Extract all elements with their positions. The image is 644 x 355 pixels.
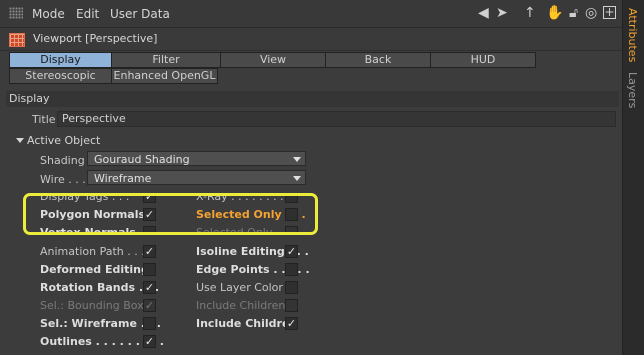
tab-view[interactable]: View [220,52,326,68]
active-object-header[interactable]: Active Object [16,134,100,147]
tab-row-2: Stereoscopic Enhanced OpenGL [9,68,218,84]
side-tab-bar: Attributes Layers [622,0,644,355]
tab-enhanced-opengl[interactable]: Enhanced OpenGL [111,68,218,84]
include-children-checkbox[interactable]: ✓ [285,317,298,330]
tab-hud[interactable]: HUD [430,52,536,68]
menu-mode[interactable]: Mode [32,7,65,21]
tab-stereoscopic[interactable]: Stereoscopic [9,68,112,84]
tab-layers[interactable]: Layers [626,72,639,108]
viewport-icon [9,33,25,47]
sel-bounding-box-checkbox[interactable]: ✓ [143,299,156,312]
title-input[interactable]: Perspective [57,111,616,127]
menu-bar: Mode Edit User Data ◀ ➤ ↑ ✋ 🔓︎ ◎ + [0,0,622,28]
outlines-checkbox[interactable]: ✓ [143,335,156,348]
chevron-down-icon [293,157,301,162]
tab-display[interactable]: Display [9,52,112,68]
use-layer-color-label: Use Layer Color [196,281,283,294]
back-arrow-icon[interactable]: ◀ [478,5,489,21]
shading-dropdown[interactable]: Gouraud Shading [87,151,306,166]
sel-wireframe-checkbox[interactable] [143,317,156,330]
viewport-title: Viewport [Perspective] [33,32,158,45]
section-display[interactable]: Display [6,91,619,107]
wire-dropdown[interactable]: Wireframe [87,170,306,185]
cursor-icon[interactable]: ➤ [496,5,508,21]
lock-icon[interactable]: 🔓︎ [569,5,578,21]
panel-grip-icon[interactable] [9,7,23,19]
animation-path-label: Animation Path . . . [40,245,145,258]
sel-bounding-box-label: Sel.: Bounding Box [40,299,144,312]
title-label: Title [32,113,56,126]
rotation-bands-label: Rotation Bands . . . [40,281,160,294]
tab-attributes[interactable]: Attributes [626,8,639,62]
shading-label: Shading [40,154,85,167]
tab-back[interactable]: Back [325,52,431,68]
chevron-down-icon [293,176,301,181]
shading-value: Gouraud Shading [94,153,190,166]
include-children-label: Include Children [196,317,298,330]
highlight-annotation [23,193,318,235]
viewport-header: Viewport [Perspective] [0,28,622,51]
tab-row-1: Display Filter View Back HUD [9,52,536,68]
wire-value: Wireframe [94,172,152,185]
add-icon[interactable]: + [603,6,616,19]
deformed-editing-checkbox[interactable] [143,263,156,276]
rotation-bands-checkbox[interactable]: ✓ [143,281,156,294]
up-arrow-icon[interactable]: ↑ [524,5,536,21]
animation-path-checkbox[interactable]: ✓ [143,245,156,258]
menu-edit[interactable]: Edit [76,7,99,21]
collapse-triangle-icon[interactable] [16,138,24,143]
active-object-label: Active Object [27,134,101,147]
tab-filter[interactable]: Filter [111,52,221,68]
use-layer-color-checkbox[interactable] [285,281,298,294]
wire-label: Wire . . . [40,173,86,186]
include-children-dim-checkbox[interactable] [285,299,298,312]
menu-user-data[interactable]: User Data [110,7,170,21]
edge-points-checkbox[interactable] [285,263,298,276]
attribute-manager-panel: Mode Edit User Data ◀ ➤ ↑ ✋ 🔓︎ ◎ + Viewp… [0,0,622,355]
deformed-editing-label: Deformed Editing [40,263,149,276]
isoline-editing-checkbox[interactable]: ✓ [285,245,298,258]
include-children-dim-label: Include Children [196,299,286,312]
hand-icon[interactable]: ✋ [546,5,563,21]
target-icon[interactable]: ◎ [585,5,597,21]
